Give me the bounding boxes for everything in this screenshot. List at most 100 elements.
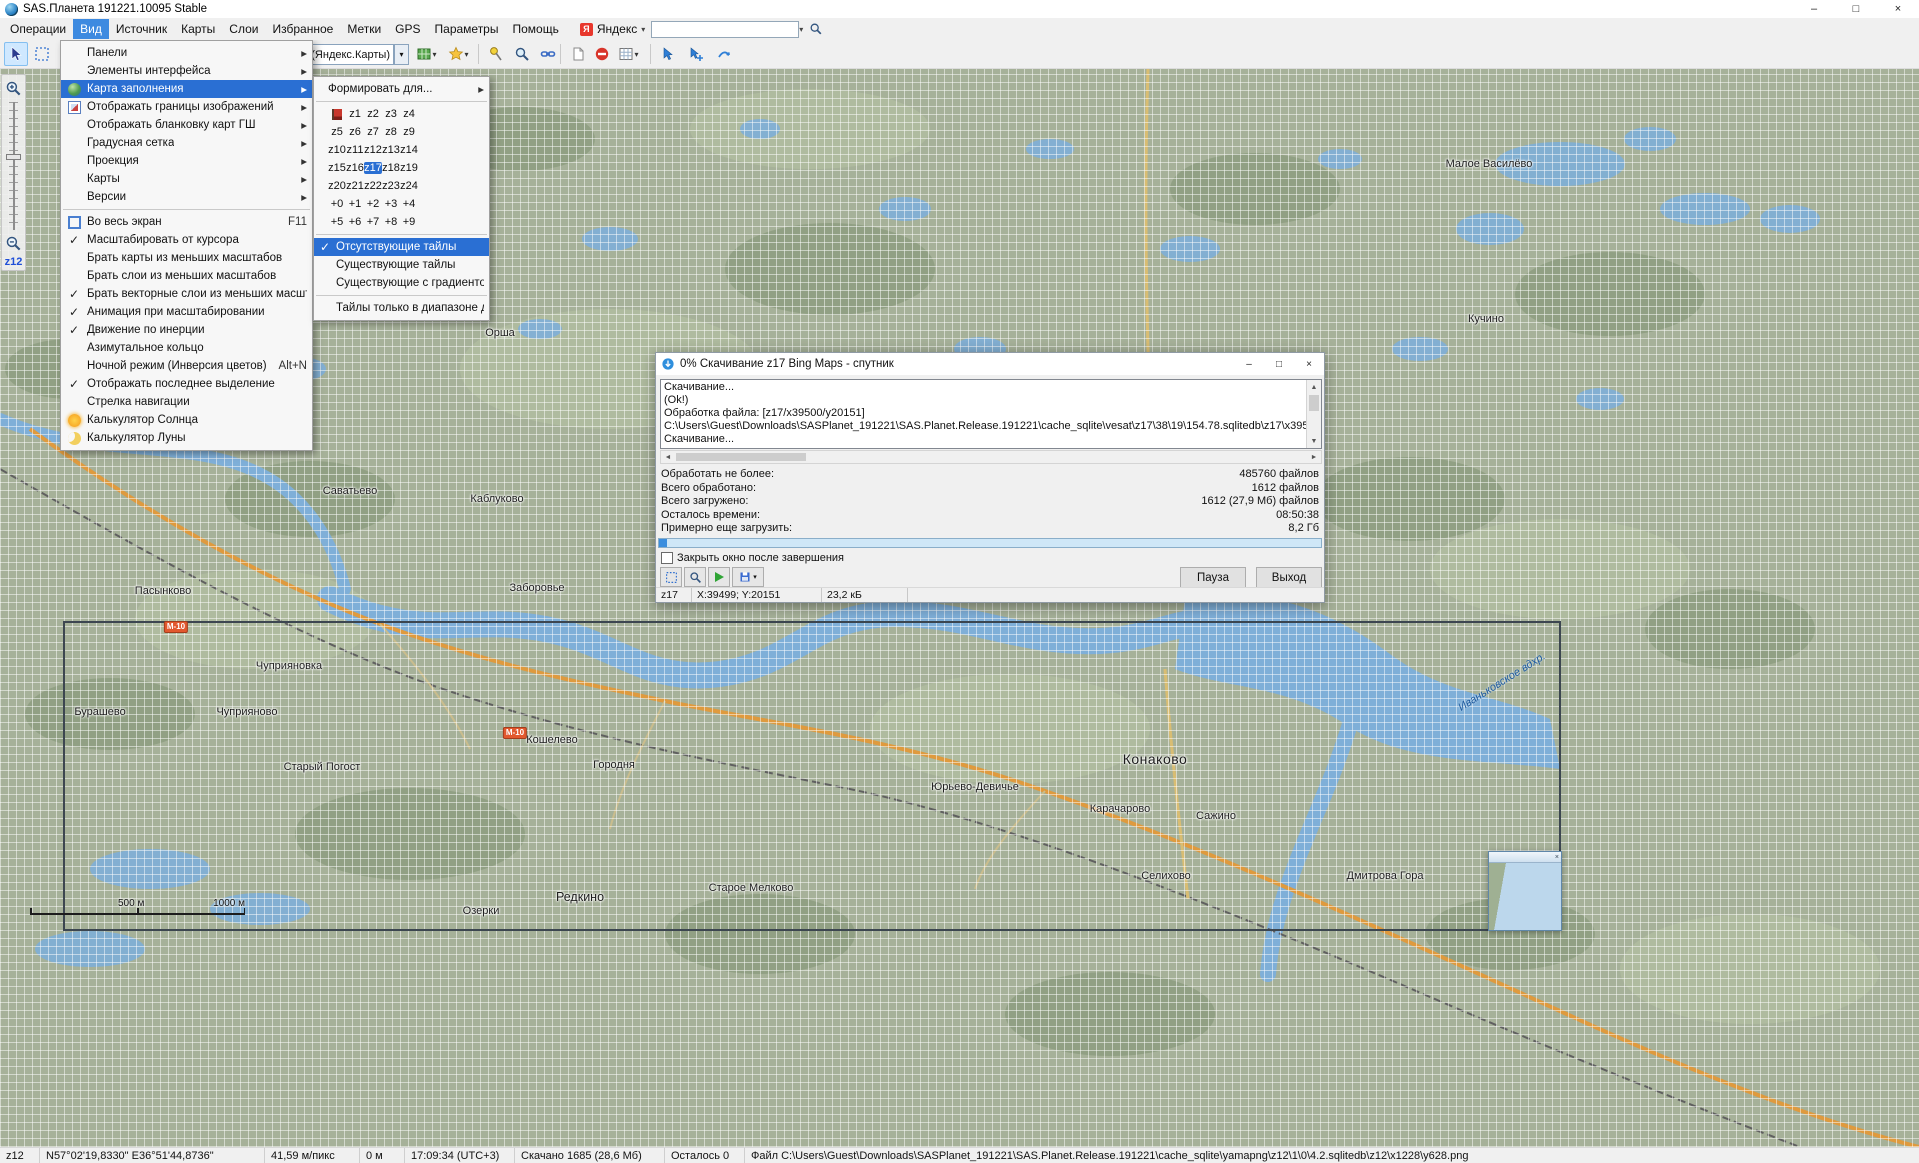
zoom-token[interactable]: z18	[382, 162, 400, 174]
minimap-close-icon[interactable]: ×	[1555, 854, 1559, 861]
menu-maps[interactable]: Карты	[174, 19, 222, 39]
menu-favorites[interactable]: Избранное	[265, 19, 340, 39]
zoom-token[interactable]: z21	[346, 180, 364, 192]
zoom-slider[interactable]	[7, 102, 20, 230]
submenu-item-generate-for[interactable]: Формировать для...▶	[314, 80, 489, 98]
save-session-button[interactable]: ▾	[732, 567, 764, 587]
zoom-token[interactable]: z11	[346, 144, 364, 156]
selection-tool-button[interactable]	[660, 567, 682, 587]
zoom-token[interactable]: +6	[346, 216, 364, 228]
search-input[interactable]	[651, 21, 799, 38]
pause-button[interactable]: Пауза	[1180, 567, 1246, 588]
menu-item-interface-elements[interactable]: Элементы интерфейса▶	[61, 62, 312, 80]
menu-item-zoom-at-cursor[interactable]: ✓Масштабировать от курсора	[61, 231, 312, 249]
zoom-token[interactable]: z12	[364, 144, 382, 156]
zoom-token[interactable]: z10	[328, 144, 346, 156]
placemark-button[interactable]	[484, 42, 508, 66]
menu-item-panels[interactable]: Панели▶	[61, 44, 312, 62]
map-source-combo-arrow[interactable]: ▾	[394, 44, 409, 65]
maximize-button[interactable]: □	[1835, 0, 1877, 18]
zoom-token[interactable]: +2	[364, 198, 382, 210]
scrollbar-thumb[interactable]	[1309, 395, 1319, 411]
scroll-up-icon[interactable]: ▲	[1307, 380, 1321, 394]
checkbox[interactable]	[661, 552, 673, 564]
zoom-token[interactable]: +1	[346, 198, 364, 210]
nav-tool-3-button[interactable]	[712, 42, 736, 66]
zoom-token-selected[interactable]: z17	[364, 162, 382, 174]
menu-operations[interactable]: Операции	[3, 19, 73, 39]
scroll-left-icon[interactable]: ◄	[661, 451, 675, 463]
zoom-token[interactable]: +8	[382, 216, 400, 228]
zoom-token[interactable]: +9	[400, 216, 418, 228]
menu-layers[interactable]: Слои	[222, 19, 265, 39]
start-button[interactable]	[708, 567, 730, 587]
zoom-token[interactable]: z22	[364, 180, 382, 192]
menu-item-fill-map[interactable]: Карта заполнения▶	[61, 80, 312, 98]
zoom-token[interactable]: z16	[346, 162, 364, 174]
menu-item-vector-from-lower-zooms[interactable]: ✓Брать векторные слои из меньших масштаб…	[61, 285, 312, 303]
menu-item-navigation-arrow[interactable]: Стрелка навигации	[61, 393, 312, 411]
menu-view[interactable]: Вид	[73, 19, 109, 39]
menu-item-versions[interactable]: Версии▶	[61, 188, 312, 206]
scroll-down-icon[interactable]: ▼	[1307, 434, 1321, 448]
menu-item-sun-calculator[interactable]: Калькулятор Солнца	[61, 411, 312, 429]
search-dropdown-icon[interactable]: ▾	[799, 25, 803, 34]
scroll-right-icon[interactable]: ►	[1307, 451, 1321, 463]
menu-item-layers-from-lower-zooms[interactable]: Брать слои из меньших масштабов	[61, 267, 312, 285]
menu-item-blank-gs-maps[interactable]: Отображать бланковку карт ГШ▶	[61, 116, 312, 134]
zoom-token[interactable]: z5	[328, 126, 346, 138]
zoom-out-button[interactable]	[3, 233, 24, 254]
close-after-finish-row[interactable]: Закрыть окно после завершения	[661, 552, 844, 564]
zoom-token[interactable]: z19	[400, 162, 418, 174]
menu-parameters[interactable]: Параметры	[428, 19, 506, 39]
log-vertical-scrollbar[interactable]: ▲ ▼	[1306, 380, 1321, 448]
zoom-token[interactable]: +0	[328, 198, 346, 210]
submenu-item-missing-tiles[interactable]: ✓Отсутствующие тайлы	[314, 238, 489, 256]
menu-placemarks[interactable]: Метки	[340, 19, 388, 39]
dialog-close-button[interactable]: ×	[1294, 353, 1324, 375]
zoom-token[interactable]: z1	[346, 108, 364, 120]
search-go-button[interactable]	[806, 20, 826, 38]
menu-item-azimuth-ring[interactable]: Азимутальное кольцо	[61, 339, 312, 357]
dialog-minimize-button[interactable]: –	[1234, 353, 1264, 375]
zoom-token[interactable]: +7	[364, 216, 382, 228]
zoom-token[interactable]: +5	[328, 216, 346, 228]
zoom-token[interactable]: z7	[364, 126, 382, 138]
zoom-to-selection-button[interactable]	[684, 567, 706, 587]
zoom-token[interactable]: z15	[328, 162, 346, 174]
menu-gps[interactable]: GPS	[388, 19, 427, 39]
zoom-token[interactable]: z20	[328, 180, 346, 192]
zoom-token[interactable]: z24	[400, 180, 418, 192]
menu-item-fullscreen[interactable]: Во весь экранF11	[61, 213, 312, 231]
menu-item-degree-grid[interactable]: Градусная сетка▶	[61, 134, 312, 152]
zoom-in-button[interactable]	[3, 78, 24, 99]
menu-item-projection[interactable]: Проекция▶	[61, 152, 312, 170]
zoom-token[interactable]: z23	[382, 180, 400, 192]
zoom-token[interactable]: z3	[382, 108, 400, 120]
menu-item-maps[interactable]: Карты▶	[61, 170, 312, 188]
copy-view-button[interactable]	[566, 42, 590, 66]
zoom-token[interactable]: z8	[382, 126, 400, 138]
menu-item-maps-from-lower-zooms[interactable]: Брать карты из меньших масштабов	[61, 249, 312, 267]
tile-grid-dropdown-icon[interactable]: ▾	[630, 42, 643, 66]
permalink-button[interactable]	[536, 42, 560, 66]
menu-help[interactable]: Помощь	[505, 19, 565, 39]
submenu-item-existing-gradient[interactable]: Существующие с градиентом	[314, 274, 489, 292]
zoom-token[interactable]: z13	[382, 144, 400, 156]
select-tool-button[interactable]	[4, 42, 28, 66]
zoom-token[interactable]: z4	[400, 108, 418, 120]
menu-item-image-borders[interactable]: Отображать границы изображений▶	[61, 98, 312, 116]
menu-item-zoom-animation[interactable]: ✓Анимация при масштабировании	[61, 303, 312, 321]
favorites-dropdown-icon[interactable]: ▾	[460, 42, 473, 66]
zoom-token[interactable]: z2	[364, 108, 382, 120]
zoom-region-button[interactable]	[510, 42, 534, 66]
rect-selection-tool-button[interactable]	[30, 42, 54, 66]
minimize-button[interactable]: –	[1793, 0, 1835, 18]
log-horizontal-scrollbar[interactable]: ◄ ►	[660, 450, 1322, 464]
download-log-area[interactable]: Скачивание... (Ok!) Обработка файла: [z1…	[660, 379, 1322, 449]
menu-item-moon-calculator[interactable]: Калькулятор Луны	[61, 429, 312, 447]
zoom-token[interactable]: z9	[400, 126, 418, 138]
zoom-slider-handle[interactable]	[6, 154, 21, 160]
zoom-token[interactable]: z14	[400, 144, 418, 156]
menu-item-show-last-selection[interactable]: ✓Отображать последнее выделение	[61, 375, 312, 393]
